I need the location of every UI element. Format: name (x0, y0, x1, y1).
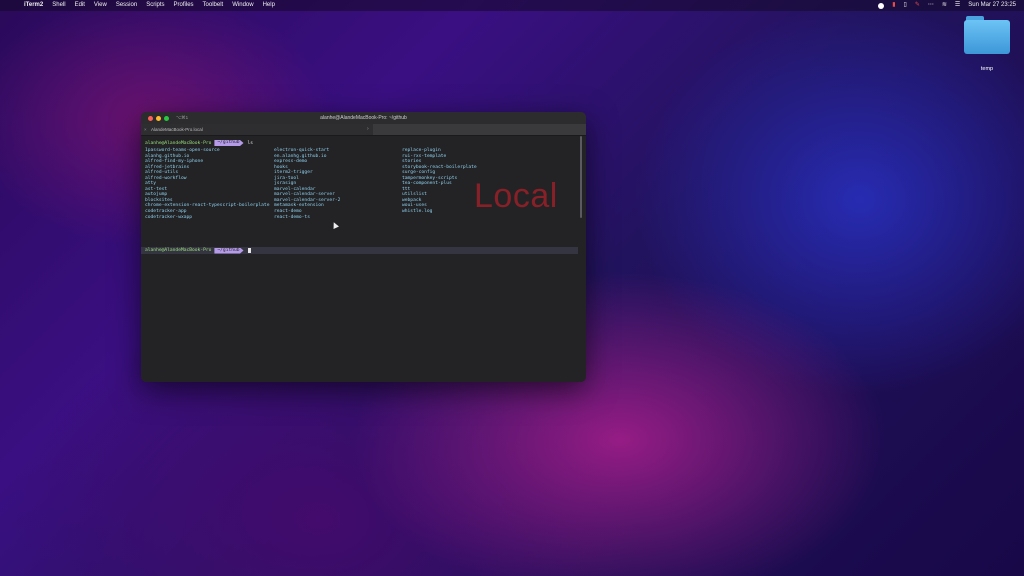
menu-bar: iTerm2 Shell Edit View Session Scripts P… (0, 0, 1024, 11)
prompt-dir: ~/github (214, 140, 244, 146)
new-tab-icon[interactable]: › (367, 124, 369, 135)
status-area: ▮ ▯ ✎ ⋯ ≋ ☰ Sun Mar 27 23:25 (870, 0, 1016, 11)
ellipsis-icon[interactable]: ⋯ (928, 0, 934, 11)
menubar-clock[interactable]: Sun Mar 27 23:25 (968, 0, 1016, 11)
prompt-dir: ~/github (214, 247, 244, 254)
ls-column-2: electron-quick-start en.alanhg.github.io… (274, 148, 399, 220)
pen-icon[interactable]: ✎ (915, 0, 920, 11)
folder-label: temp (980, 66, 994, 72)
prompt-line-current: alanhe@AlandeMacBook-Pro ~/github (145, 247, 251, 254)
list-item: codetracker-wxapp (145, 214, 193, 220)
menu-item-scripts[interactable]: Scripts (146, 0, 164, 11)
folder-icon[interactable] (964, 16, 1010, 54)
flag-icon[interactable]: ▮ (892, 0, 895, 11)
prompt-command: ls (247, 140, 254, 146)
tab-session[interactable]: × AlandeMacBook-Pro.local (141, 124, 373, 135)
list-item: react-demo-ts (274, 214, 310, 220)
terminal-content[interactable]: alanhe@AlandeMacBook-Pro ~/github ls 1pa… (141, 136, 586, 382)
battery-icon[interactable]: ▯ (904, 0, 907, 11)
prompt-line: alanhe@AlandeMacBook-Pro ~/github ls (145, 140, 253, 146)
title-bar[interactable]: ⌥⌘1 alanhe@AlandeMacBook-Pro: ~/github (141, 112, 586, 124)
scrollbar[interactable] (579, 136, 583, 218)
terminal-window: ⌥⌘1 alanhe@AlandeMacBook-Pro: ~/github ×… (141, 112, 586, 382)
text-cursor (247, 248, 251, 253)
window-title: alanhe@AlandeMacBook-Pro: ~/github (320, 115, 407, 121)
menu-item-view[interactable]: View (94, 0, 107, 11)
menu-item-shell[interactable]: Shell (52, 0, 65, 11)
menu-item-toolbelt[interactable]: Toolbelt (203, 0, 224, 11)
menu-extras-icon[interactable]: ☰ (955, 0, 960, 11)
badge-watermark: Local (474, 177, 558, 215)
scrollbar-thumb[interactable] (580, 136, 582, 218)
menu-item-window[interactable]: Window (232, 0, 253, 11)
ls-column-1: 1password-teams-open-source alanhg.githu… (145, 148, 270, 220)
prompt-user: alanhe@AlandeMacBook-Pro (145, 140, 212, 146)
wifi-icon[interactable]: ≋ (942, 0, 947, 11)
menu-item-profiles[interactable]: Profiles (174, 0, 194, 11)
menu-item-help[interactable]: Help (263, 0, 275, 11)
tab-bar: × AlandeMacBook-Pro.local › (141, 124, 586, 136)
menu-item-iterm2[interactable]: iTerm2 (24, 0, 43, 11)
prompt-user: alanhe@AlandeMacBook-Pro (145, 248, 212, 253)
record-icon[interactable] (878, 2, 885, 9)
tab-label: AlandeMacBook-Pro.local (151, 127, 203, 132)
menu-item-session[interactable]: Session (116, 0, 137, 11)
menu-item-edit[interactable]: Edit (75, 0, 85, 11)
tab-close-icon[interactable]: × (144, 124, 147, 135)
desktop-folder[interactable]: temp (962, 16, 1012, 74)
